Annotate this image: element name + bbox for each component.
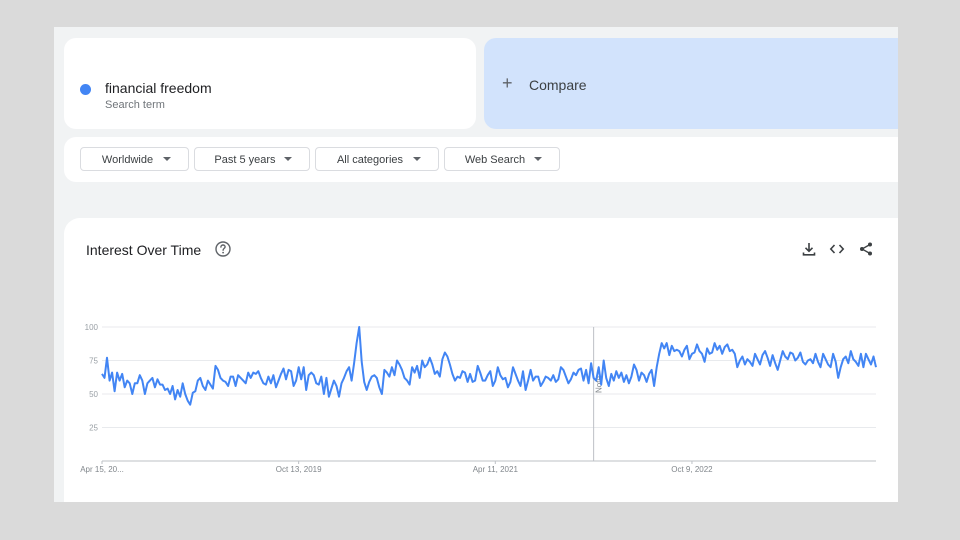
caret-down-icon — [413, 157, 421, 161]
y-tick-label: 50 — [89, 390, 98, 399]
category-filter-label: All categories — [336, 154, 404, 166]
search-type-filter-label: Web Search — [464, 154, 526, 166]
search-term-name: financial freedom — [105, 80, 212, 96]
search-type-filter-dropdown[interactable]: Web Search — [444, 147, 560, 171]
chart-title: Interest Over Time — [86, 242, 202, 258]
search-term-card[interactable]: financial freedom Search term — [64, 38, 476, 129]
x-tick-label: Apr 11, 2021 — [473, 465, 519, 474]
share-icon[interactable] — [858, 241, 874, 257]
time-range-filter-label: Past 5 years — [214, 154, 276, 166]
category-filter-dropdown[interactable]: All categories — [315, 147, 439, 171]
interest-over-time-chart: 100 75 50 25 Apr 15, 20... Oct 13, 2019 Apr 11… — [80, 323, 877, 474]
compare-button[interactable]: + Compare — [484, 38, 898, 129]
region-filter-label: Worldwide — [101, 154, 154, 166]
caret-down-icon — [163, 157, 171, 161]
y-tick-label: 25 — [89, 424, 98, 433]
plus-icon: + — [502, 73, 513, 93]
interest-over-time-card: 100 75 50 25 Apr 15, 20... Oct 13, 2019 Apr 11… — [64, 218, 898, 502]
y-tick-label: 75 — [89, 357, 98, 366]
trends-page: financial freedom Search term + Compare … — [54, 27, 898, 502]
time-range-filter-dropdown[interactable]: Past 5 years — [194, 147, 310, 171]
filter-bar: Worldwide Past 5 years All categories We… — [64, 137, 898, 182]
caret-down-icon — [534, 157, 542, 161]
caret-down-icon — [284, 157, 292, 161]
download-icon[interactable] — [801, 241, 817, 257]
series-color-dot — [80, 84, 91, 95]
compare-label: Compare — [529, 77, 587, 93]
series-line-financial-freedom — [101, 326, 877, 406]
region-filter-dropdown[interactable]: Worldwide — [80, 147, 189, 171]
y-tick-label: 100 — [85, 323, 99, 332]
help-icon[interactable] — [214, 240, 232, 258]
embed-code-icon[interactable] — [829, 241, 845, 257]
search-term-type: Search term — [105, 99, 165, 111]
x-tick-label: Oct 9, 2022 — [671, 465, 713, 474]
x-tick-label: Apr 15, 20... — [80, 465, 124, 474]
x-tick-label: Oct 13, 2019 — [276, 465, 322, 474]
